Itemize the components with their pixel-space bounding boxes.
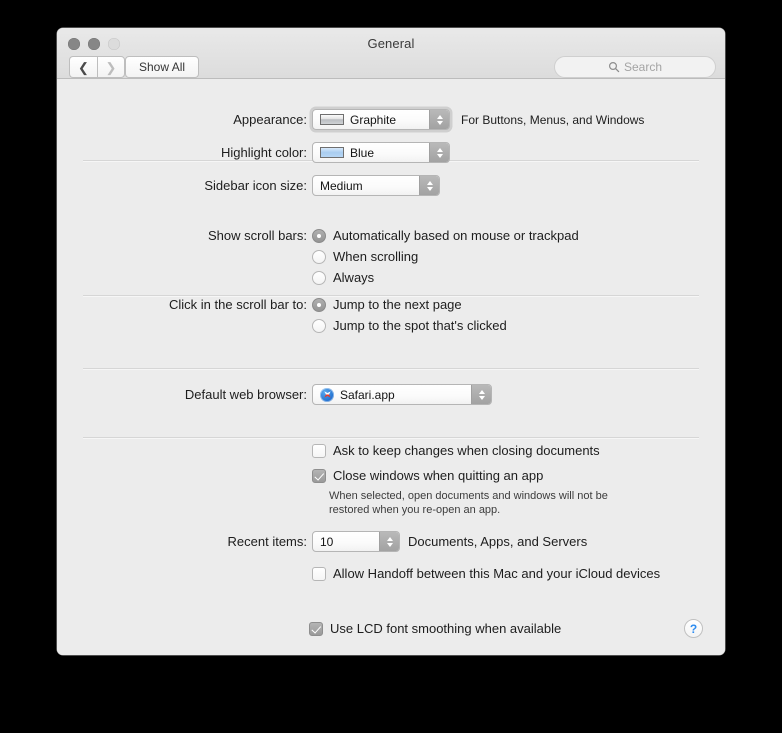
default-web-browser-label: Default web browser: — [184, 387, 307, 402]
appearance-label: Appearance: — [233, 112, 307, 127]
sidebar-icon-size-value: Medium — [320, 178, 363, 193]
sidebar-icon-size-popup[interactable]: Medium — [312, 175, 440, 196]
recent-items-label: Recent items: — [227, 534, 307, 549]
handoff-checkbox[interactable] — [312, 566, 326, 581]
radio-option-when-scrolling[interactable]: When scrolling — [312, 249, 579, 264]
click-scroll-bar-row: Click in the scroll bar to: Jump to the … — [57, 297, 507, 339]
close-windows-note-line2: restored when you re-open an app. — [329, 504, 501, 516]
show-all-button[interactable]: Show All — [125, 56, 200, 78]
font-smoothing-checkbox[interactable] — [309, 621, 323, 636]
back-button[interactable]: ❮ — [69, 56, 97, 78]
appearance-popup[interactable]: Graphite — [312, 109, 450, 130]
ask-to-keep-changes-checkbox[interactable] — [312, 443, 326, 458]
appearance-row: Appearance: Graphite For Buttons, Menus,… — [57, 109, 644, 130]
search-placeholder: Search — [623, 60, 663, 74]
highlight-color-popup-arrows-icon[interactable] — [429, 143, 449, 162]
navigation-buttons: ❮ ❯ — [69, 56, 125, 78]
recent-items-value: 10 — [320, 534, 334, 549]
sidebar-icon-size-label: Sidebar icon size: — [204, 178, 307, 193]
radio-option-jump-to-spot[interactable]: Jump to the spot that's clicked — [312, 318, 507, 333]
system-preferences-window: General ❮ ❯ Show All Search Appearance: … — [57, 28, 725, 655]
recent-items-popup-arrows-icon[interactable] — [379, 532, 399, 551]
safari-icon — [320, 387, 334, 402]
search-icon — [608, 61, 620, 73]
window-titlebar: General ❮ ❯ Show All Search — [57, 28, 725, 79]
radio-icon[interactable] — [312, 318, 326, 333]
highlight-color-swatch-icon — [320, 147, 344, 158]
highlight-color-value: Blue — [350, 145, 375, 160]
default-web-browser-value: Safari.app — [340, 387, 395, 402]
appearance-value: Graphite — [350, 112, 397, 127]
radio-icon-selected[interactable] — [312, 228, 326, 243]
close-windows-note: When selected, open documents and window… — [329, 489, 608, 517]
separator-4 — [83, 437, 699, 438]
highlight-color-popup[interactable]: Blue — [312, 142, 450, 163]
help-button[interactable]: ? — [684, 619, 703, 638]
radio-option-automatically[interactable]: Automatically based on mouse or trackpad — [312, 228, 579, 243]
default-web-browser-popup[interactable]: Safari.app — [312, 384, 492, 405]
appearance-popup-arrows-icon[interactable] — [429, 110, 449, 129]
radio-option-jump-next-page[interactable]: Jump to the next page — [312, 297, 507, 312]
close-windows-row[interactable]: Close windows when quitting an app — [312, 468, 543, 483]
appearance-swatch-icon — [320, 114, 344, 125]
appearance-hint: For Buttons, Menus, and Windows — [461, 112, 645, 127]
radio-icon[interactable] — [312, 249, 326, 264]
recent-items-suffix: Documents, Apps, and Servers — [408, 534, 588, 549]
radio-label: Jump to the spot that's clicked — [333, 318, 507, 333]
click-scroll-bar-options: Jump to the next page Jump to the spot t… — [312, 297, 507, 339]
sidebar-icon-size-row: Sidebar icon size: Medium — [57, 175, 440, 196]
close-windows-note-line1: When selected, open documents and window… — [329, 490, 608, 502]
handoff-row[interactable]: Allow Handoff between this Mac and your … — [312, 566, 660, 581]
chevron-right-icon: ❯ — [105, 59, 117, 75]
separator-2 — [83, 295, 699, 296]
default-web-browser-popup-arrows-icon[interactable] — [471, 385, 491, 404]
chevron-left-icon: ❮ — [78, 59, 89, 75]
sidebar-icon-size-popup-arrows-icon[interactable] — [419, 176, 439, 195]
preferences-content: Appearance: Graphite For Buttons, Menus,… — [57, 79, 725, 655]
show-scroll-bars-row: Show scroll bars: Automatically based on… — [57, 228, 579, 291]
click-scroll-bar-label: Click in the scroll bar to: — [169, 297, 307, 312]
toolbar: ❮ ❯ Show All Search — [57, 55, 725, 78]
default-web-browser-row: Default web browser: Safari.app — [57, 384, 492, 405]
highlight-color-label: Highlight color: — [221, 145, 307, 160]
font-smoothing-label: Use LCD font smoothing when available — [330, 621, 562, 636]
close-windows-label: Close windows when quitting an app — [333, 468, 544, 483]
show-scroll-bars-options: Automatically based on mouse or trackpad… — [312, 228, 579, 291]
recent-items-row: Recent items: 10 Documents, Apps, and Se… — [57, 531, 587, 552]
radio-label: Automatically based on mouse or trackpad — [333, 228, 579, 243]
help-icon: ? — [689, 621, 698, 636]
show-scroll-bars-label: Show scroll bars: — [208, 228, 307, 243]
show-all-label: Show All — [139, 60, 186, 74]
window-title: General — [367, 36, 415, 51]
radio-icon-selected[interactable] — [312, 297, 326, 312]
radio-label: When scrolling — [333, 249, 419, 264]
radio-label: Jump to the next page — [333, 297, 462, 312]
search-field[interactable]: Search — [554, 56, 716, 78]
ask-to-keep-changes-row[interactable]: Ask to keep changes when closing documen… — [312, 443, 600, 458]
forward-button[interactable]: ❯ — [97, 56, 125, 78]
ask-to-keep-changes-label: Ask to keep changes when closing documen… — [333, 443, 600, 458]
radio-option-always[interactable]: Always — [312, 270, 579, 285]
recent-items-popup[interactable]: 10 — [312, 531, 400, 552]
handoff-label: Allow Handoff between this Mac and your … — [333, 566, 661, 581]
radio-icon[interactable] — [312, 270, 326, 285]
radio-label: Always — [333, 270, 375, 285]
highlight-color-row: Highlight color: Blue — [57, 142, 450, 163]
close-windows-checkbox[interactable] — [312, 468, 326, 483]
separator-3 — [83, 368, 699, 369]
font-smoothing-row[interactable]: Use LCD font smoothing when available — [309, 621, 561, 636]
